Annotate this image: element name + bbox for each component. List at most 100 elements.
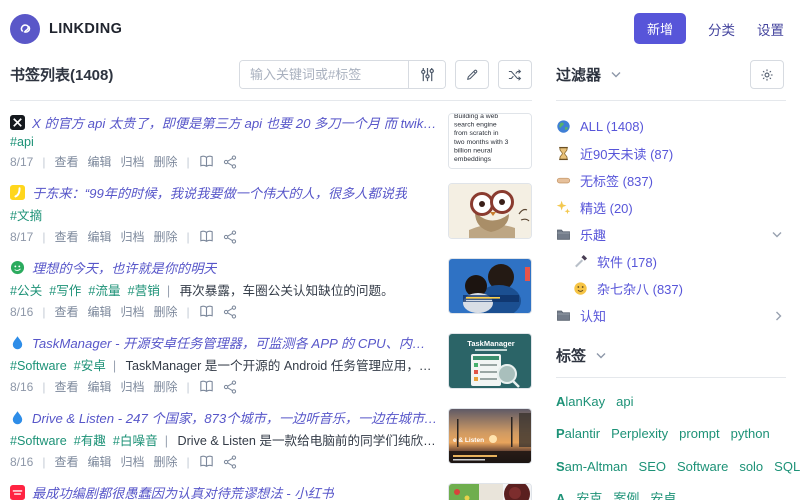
bookmark-thumbnail[interactable]: TaskManager [448, 333, 532, 389]
filter-item: ALL (1408) [556, 113, 786, 140]
filter-link[interactable]: 认知 [580, 306, 606, 325]
shuffle-icon [508, 68, 522, 81]
action-archive-link[interactable]: 归档 [121, 303, 145, 320]
tag-link[interactable]: AlanKay [556, 394, 605, 409]
bookmark-title-row: 最成功编剧都很愚蠢因为认真对待荒谬想法 - 小红书 [10, 483, 438, 500]
action-view-link[interactable]: 查看 [54, 303, 78, 320]
action-edit-link[interactable]: 编辑 [88, 378, 112, 395]
bookmark-thumbnail[interactable] [448, 258, 532, 314]
bookmark-meta-row: 8/17 | 查看 编辑 归档 删除 | [10, 153, 438, 170]
bookmark-tag[interactable]: #公关 [10, 284, 42, 298]
tag-link[interactable]: python [731, 426, 770, 441]
chevron-right-icon[interactable] [775, 311, 786, 321]
bookmark-tag[interactable]: #api [10, 135, 34, 149]
filter-link[interactable]: 软件 (178) [597, 252, 657, 271]
bookmark-thumbnail[interactable] [448, 183, 532, 239]
filter-link[interactable]: 乐趣 [580, 225, 606, 244]
action-delete-link[interactable]: 删除 [154, 153, 178, 170]
bookmark-tag[interactable]: #有趣 [74, 434, 106, 448]
bookmark-title-link[interactable]: 理想的今天，也许就是你的明天 [32, 258, 217, 277]
action-archive-link[interactable]: 归档 [121, 228, 145, 245]
action-delete-link[interactable]: 删除 [154, 378, 178, 395]
bookmark-tag[interactable]: #Software [10, 434, 67, 448]
filter-link[interactable]: 精选 (20) [580, 198, 633, 217]
action-view-link[interactable]: 查看 [54, 153, 78, 170]
tag-link[interactable]: 案例 [613, 491, 639, 500]
chevron-down-icon[interactable] [596, 352, 606, 359]
notes-icon[interactable] [199, 230, 214, 243]
bookmark-tag[interactable]: #安卓 [74, 359, 106, 373]
bookmark-thumbnail[interactable]: Building a web search engine from scratch … [448, 113, 532, 169]
tag-link[interactable]: prompt [679, 426, 719, 441]
action-view-link[interactable]: 查看 [54, 228, 78, 245]
tag-link[interactable]: SEO [639, 459, 666, 474]
filter-settings-button[interactable] [750, 60, 784, 89]
share-icon[interactable] [223, 454, 237, 469]
action-delete-link[interactable]: 删除 [154, 228, 178, 245]
bookmark-tag[interactable]: #写作 [49, 284, 81, 298]
random-order-button[interactable] [498, 60, 532, 89]
share-icon[interactable] [223, 304, 237, 319]
bookmark-title-link[interactable]: 于东来：“99年的时候，我说我要做一个伟大的人，很多人都说我 [32, 183, 407, 202]
filter-link[interactable]: 近90天未读 (87) [580, 144, 673, 163]
tag-link[interactable]: Software [677, 459, 728, 474]
action-view-link[interactable]: 查看 [54, 453, 78, 470]
share-icon[interactable] [223, 154, 237, 169]
tag-link[interactable]: api [616, 394, 633, 409]
search-input-group [239, 60, 446, 89]
tag-link[interactable]: SQLite [774, 459, 800, 474]
bookmark-tag[interactable]: #白噪音 [113, 434, 158, 448]
action-archive-link[interactable]: 归档 [121, 453, 145, 470]
chevron-down-icon[interactable] [772, 231, 786, 238]
action-edit-link[interactable]: 编辑 [88, 303, 112, 320]
action-delete-link[interactable]: 删除 [154, 453, 178, 470]
sparkles-icon [556, 200, 573, 215]
action-edit-link[interactable]: 编辑 [88, 228, 112, 245]
tag-cloud: AlanKay api Palantir Perplexity prompt python… [556, 378, 800, 500]
action-edit-link[interactable]: 编辑 [88, 153, 112, 170]
divider: | [42, 304, 46, 319]
notes-icon[interactable] [199, 455, 214, 468]
svg-text:Building a web: Building a web [454, 114, 498, 120]
share-icon[interactable] [223, 229, 237, 244]
settings-link[interactable]: 设置 [757, 19, 784, 39]
bookmark-tag[interactable]: #营销 [128, 284, 160, 298]
divider: | [42, 454, 46, 469]
tag-description-separator: | [112, 359, 117, 373]
notes-icon[interactable] [199, 380, 214, 393]
bookmark-title-link[interactable]: Drive & Listen - 247 个国家，873个城市，一边听音乐，一边… [32, 408, 438, 427]
notes-icon[interactable] [199, 155, 214, 168]
chevron-down-icon[interactable] [611, 71, 621, 78]
tag-link[interactable]: Perplexity [611, 426, 668, 441]
categories-link[interactable]: 分类 [708, 19, 735, 39]
tag-link[interactable]: Palantir [556, 426, 600, 441]
tag-link[interactable]: Sam-Altman [556, 459, 628, 474]
tag-link[interactable]: solo [739, 459, 763, 474]
search-input[interactable] [240, 61, 408, 88]
bookmark-tag[interactable]: #Software [10, 359, 67, 373]
tag-link[interactable]: 安卓 [650, 491, 676, 500]
action-view-link[interactable]: 查看 [54, 378, 78, 395]
notes-icon[interactable] [199, 305, 214, 318]
bookmark-thumbnail[interactable] [448, 483, 532, 500]
bulk-edit-button[interactable] [455, 60, 489, 89]
filter-link[interactable]: 无标签 (837) [580, 171, 653, 190]
action-edit-link[interactable]: 编辑 [88, 453, 112, 470]
action-archive-link[interactable]: 归档 [121, 153, 145, 170]
share-icon[interactable] [223, 379, 237, 394]
bookmark-tag[interactable]: #流量 [88, 284, 120, 298]
filter-link[interactable]: 杂七杂八 (837) [597, 279, 683, 298]
filter-link[interactable]: ALL (1408) [580, 119, 644, 134]
bookmark-tag[interactable]: #文摘 [10, 209, 42, 223]
bookmark-title-link[interactable]: X 的官方 api 太贵了，即便是第三方 api 也要 20 多刀一个月 而 t… [32, 113, 438, 132]
action-delete-link[interactable]: 删除 [154, 303, 178, 320]
search-options-button[interactable] [408, 61, 445, 88]
add-bookmark-button[interactable]: 新增 [633, 13, 686, 44]
bookmark-thumbnail[interactable]: e & Listen [448, 408, 532, 464]
bookmark-title-link[interactable]: 最成功编剧都很愚蠢因为认真对待荒谬想法 - 小红书 [32, 483, 334, 500]
tag-link[interactable]: 安克 [576, 491, 602, 500]
bookmark-title-row: Drive & Listen - 247 个国家，873个城市，一边听音乐，一边… [10, 408, 438, 427]
action-archive-link[interactable]: 归档 [121, 378, 145, 395]
bookmark-title-link[interactable]: TaskManager - 开源安卓任务管理器，可监测各 APP 的 CPU、内… [32, 333, 438, 352]
gear-icon [761, 68, 773, 81]
